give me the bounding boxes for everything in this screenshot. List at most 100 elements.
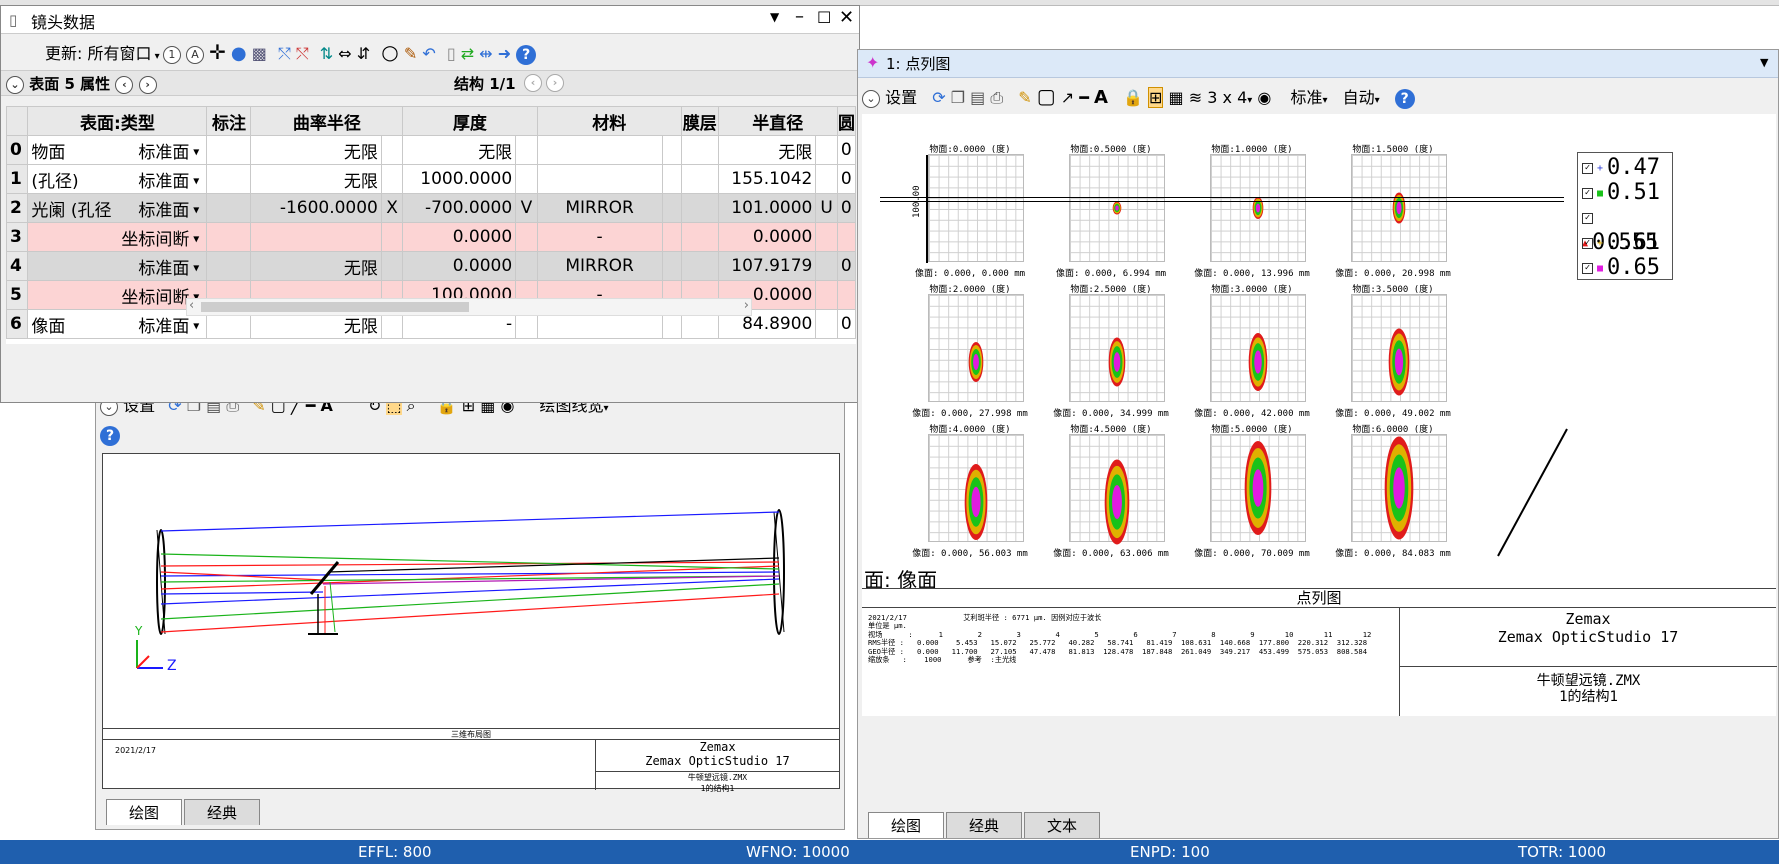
spot-rectangle-icon[interactable]: ▢ — [1037, 84, 1056, 108]
spot-menu-icon[interactable]: ▼ — [1760, 56, 1768, 69]
auto-dropdown[interactable]: 自动 — [1343, 88, 1375, 107]
prev-surface-icon[interactable]: ‹ — [115, 75, 134, 94]
semi-solve-cell[interactable] — [815, 135, 838, 165]
refresh-all-icon[interactable]: A — [185, 45, 204, 64]
extra-cell[interactable]: 0 — [836, 193, 856, 223]
surface-type-dropdown[interactable]: 坐标间断 — [115, 283, 189, 308]
comment-cell[interactable] — [206, 193, 252, 223]
spot-lock-icon[interactable]: 🔒 — [1123, 88, 1143, 107]
spot-print-icon[interactable]: ⎙ — [990, 88, 1003, 107]
delete-surface-icon[interactable]: ⤲ — [296, 44, 309, 63]
material-solve-cell[interactable] — [661, 164, 682, 194]
col-radius[interactable]: 曲率半径 — [250, 106, 404, 136]
radius-solve-cell[interactable] — [380, 222, 404, 252]
material-cell[interactable]: MIRROR — [536, 251, 663, 281]
page-icon[interactable]: ▯ — [447, 44, 456, 63]
grid-size-dropdown[interactable]: 3 x 4 — [1207, 88, 1247, 107]
thickness-solve-cell[interactable] — [515, 164, 538, 194]
surface-type-dropdown[interactable]: 标准面 — [115, 167, 189, 192]
spot-pencil-icon[interactable]: ✎ — [1018, 88, 1031, 107]
arrow-right-icon[interactable]: ➜ — [498, 44, 511, 63]
spot-help-icon[interactable]: ? — [1394, 88, 1415, 109]
ring-icon[interactable]: ○ — [381, 40, 398, 64]
radius-solve-cell[interactable]: X — [380, 193, 404, 223]
spot-collapse-icon[interactable]: ⌄ — [862, 89, 880, 108]
insert-surface-icon[interactable]: ⤲ — [278, 44, 291, 63]
material-cell[interactable]: MIRROR — [536, 193, 663, 223]
material-cell[interactable]: - — [536, 222, 663, 252]
semi-diameter-cell[interactable]: 155.1042 — [717, 164, 817, 194]
dropdown-arrow-icon[interactable]: ▾ — [189, 173, 199, 187]
material-solve-cell[interactable] — [661, 251, 682, 281]
material-cell[interactable] — [536, 164, 663, 194]
help-icon[interactable]: ? — [100, 425, 120, 446]
legend-entry[interactable]: ✓ ■ 0.51 — [1582, 180, 1668, 205]
surface-type-dropdown[interactable]: 标准面 — [115, 196, 189, 221]
checkbox-icon[interactable]: ✓ — [1582, 187, 1593, 199]
spot-copy-icon[interactable]: ❐ — [951, 88, 965, 107]
radius-cell[interactable]: 无限 — [250, 164, 382, 194]
spot-target-icon[interactable]: ◉ — [1257, 88, 1271, 107]
prev-config-icon[interactable]: ‹ — [524, 74, 542, 92]
thickness-solve-cell[interactable] — [515, 135, 538, 165]
spot-stack-icon[interactable]: ≋ — [1189, 88, 1202, 107]
next-config-icon[interactable]: › — [546, 74, 564, 92]
col-thickness[interactable]: 厚度 — [402, 106, 538, 136]
semi-diameter-cell[interactable]: 0.0000 — [717, 222, 817, 252]
coating-cell[interactable] — [680, 164, 719, 194]
spot-tab-classic[interactable]: 经典 — [946, 812, 1023, 838]
extra-cell[interactable]: 0 — [836, 251, 856, 281]
scroll-thumb[interactable] — [201, 302, 469, 312]
spot-tab-text[interactable]: 文本 — [1024, 812, 1101, 838]
surface-type-cell[interactable]: 物面 标准面 ▾ — [27, 135, 208, 165]
thickness-cell[interactable]: -700.0000 — [402, 193, 517, 223]
checkbox-icon[interactable]: ✓ — [1582, 212, 1593, 224]
scroll-left-icon[interactable]: ‹ — [189, 298, 194, 313]
undo-icon[interactable]: ↶ — [422, 44, 435, 63]
std-dropdown[interactable]: 标准 — [1290, 88, 1322, 107]
surface-type-cell[interactable]: 坐标间断 ▾ — [27, 222, 208, 252]
extra-cell[interactable] — [836, 280, 856, 310]
extra-cell[interactable]: 0 — [836, 309, 856, 339]
checkbox-icon[interactable]: ✓ — [1582, 237, 1593, 249]
col-semi[interactable]: 半直径 — [717, 106, 838, 136]
checkbox-icon[interactable]: ✓ — [1582, 162, 1593, 174]
surface-type-dropdown[interactable]: 坐标间断 — [115, 225, 189, 250]
semi-solve-cell[interactable] — [815, 251, 838, 281]
radius-cell[interactable]: 无限 — [250, 251, 382, 281]
semi-solve-cell[interactable] — [815, 309, 838, 339]
material-solve-cell[interactable] — [661, 135, 682, 165]
tab-draw[interactable]: 绘图 — [106, 799, 183, 825]
spot-save-icon[interactable]: ▤ — [970, 88, 985, 107]
semi-diameter-cell[interactable]: 无限 — [717, 135, 817, 165]
thickness-solve-cell[interactable]: V — [515, 193, 538, 223]
surface-type-cell[interactable]: 光阑 (孔径 标准面 ▾ — [27, 193, 208, 223]
comment-cell[interactable] — [206, 222, 252, 252]
lens-hscrollbar[interactable]: ‹ › — [186, 298, 752, 316]
close-icon[interactable]: ✕ — [839, 7, 854, 28]
semi-solve-cell[interactable]: U — [815, 193, 838, 223]
spot-refresh-icon[interactable]: ⟳ — [932, 88, 945, 107]
material-solve-cell[interactable] — [661, 193, 682, 223]
paint-icon[interactable]: ✎ — [404, 44, 417, 63]
thickness-cell[interactable]: 1000.0000 — [402, 164, 517, 194]
minimize-icon[interactable]: – — [795, 6, 804, 27]
surface-type-dropdown[interactable]: 标准面 — [115, 312, 189, 337]
lens-help-icon[interactable]: ? — [516, 44, 537, 65]
thickness-solve-cell[interactable] — [515, 251, 538, 281]
checkbox-icon[interactable]: ✓ — [1582, 262, 1593, 274]
thickness-cell[interactable]: 0.0000 — [402, 251, 517, 281]
extra-cell[interactable]: 0 — [836, 135, 856, 165]
thickness-solve-cell[interactable] — [515, 222, 538, 252]
expand-props-icon[interactable]: ⌄ — [6, 75, 24, 94]
col-material[interactable]: 材料 — [536, 106, 682, 136]
extra-cell[interactable] — [836, 222, 856, 252]
spot-text-icon[interactable]: A — [1094, 87, 1108, 108]
radius-solve-cell[interactable] — [380, 164, 404, 194]
reverse-icon[interactable]: ⇵ — [357, 44, 370, 63]
globe-icon[interactable]: ● — [231, 43, 247, 64]
radius-cell[interactable]: 无限 — [250, 135, 382, 165]
surface-type-cell[interactable]: 像面 标准面 ▾ — [27, 309, 208, 339]
material-cell[interactable] — [536, 135, 663, 165]
surface-type-cell[interactable]: 坐标间断 ▾ — [27, 280, 208, 310]
